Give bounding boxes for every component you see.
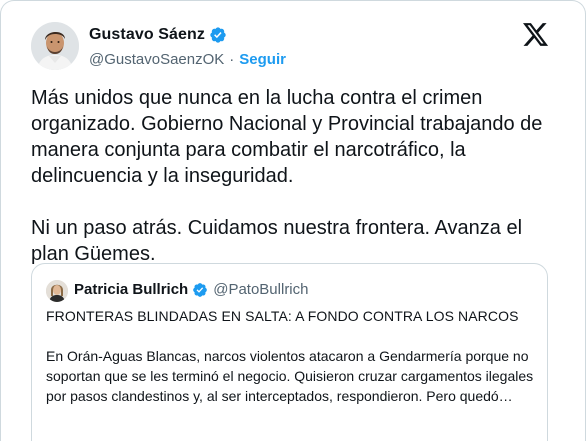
author-handle[interactable]: @GustavoSaenzOK bbox=[89, 51, 224, 68]
follow-button[interactable]: Seguir bbox=[239, 51, 286, 68]
author-name-row: Gustavo Sáenz bbox=[89, 26, 227, 44]
quote-author-name[interactable]: Patricia Bullrich bbox=[74, 281, 188, 298]
verified-badge-icon bbox=[192, 282, 208, 298]
verified-badge-icon bbox=[209, 26, 227, 44]
quote-headline: FRONTERAS BLINDADAS EN SALTA: A FONDO CO… bbox=[46, 308, 519, 324]
separator-dot: · bbox=[229, 51, 235, 68]
quoted-tweet[interactable]: Patricia Bullrich @PatoBullrich FRONTERA… bbox=[31, 263, 548, 441]
quote-author-avatar bbox=[46, 280, 68, 302]
tweet-card: Gustavo Sáenz @GustavoSaenzOK · Seguir M… bbox=[0, 0, 586, 441]
author-handle-row: @GustavoSaenzOK · Seguir bbox=[89, 51, 286, 68]
author-avatar[interactable] bbox=[31, 22, 79, 70]
x-logo-icon[interactable] bbox=[523, 23, 549, 47]
author-name[interactable]: Gustavo Sáenz bbox=[89, 26, 205, 44]
quote-author-row: Patricia Bullrich @PatoBullrich bbox=[74, 281, 309, 298]
quote-author-handle: @PatoBullrich bbox=[213, 281, 309, 298]
tweet-text: Más unidos que nunca en la lucha contra … bbox=[31, 87, 543, 265]
quote-body-text: En Orán-Aguas Blancas, narcos violentos … bbox=[46, 348, 534, 404]
